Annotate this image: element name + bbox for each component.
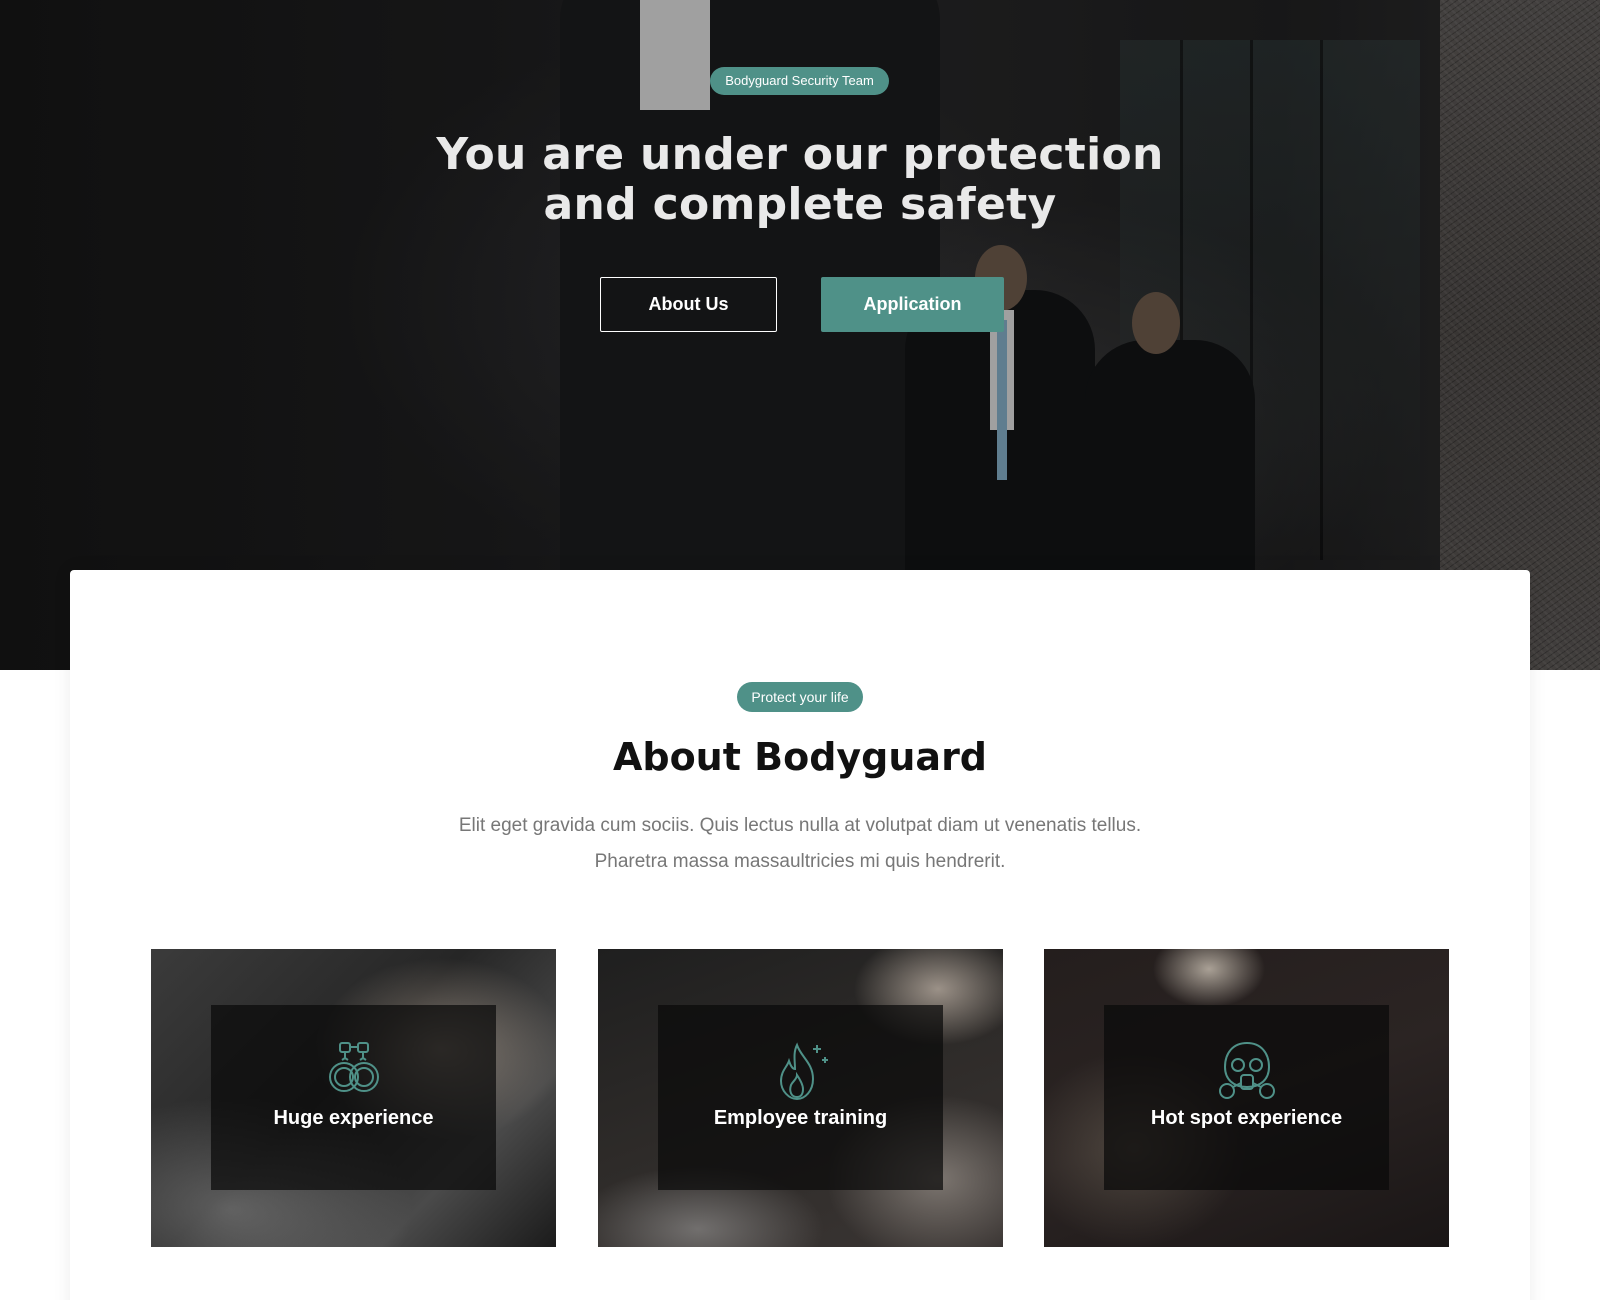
feature-tile-huge-experience[interactable]: Huge experience [151,949,556,1247]
handcuffs-icon [328,1042,379,1092]
about-title: About Bodyguard [612,735,988,779]
gas-mask-icon [1218,1041,1275,1099]
hero-title: You are under our protection and complet… [400,130,1200,230]
page: Bodyguard Security Team You are under ou… [0,0,1600,1300]
feature-tile-employee-training[interactable]: Employee training [598,949,1003,1247]
feature-label: Hot spot experience [1150,1107,1343,1129]
about-us-button[interactable]: About Us [600,277,777,332]
hero-badge: Bodyguard Security Team [710,67,889,95]
fire-icon [779,1042,828,1101]
application-button[interactable]: Application [821,277,1004,332]
about-description-line-1: Elit eget gravida cum sociis. Quis lectu… [458,815,1142,836]
feature-label: Employee training [713,1107,888,1129]
feature-tile-hot-spot-experience[interactable]: Hot spot experience [1044,949,1449,1247]
hero-title-line-2: and complete safety [543,179,1057,230]
feature-label: Huge experience [273,1107,434,1129]
about-description-line-2: Pharetra massa massaultricies mi quis he… [594,851,1006,872]
about-description: Elit eget gravida cum sociis. Quis lectu… [420,808,1180,880]
about-badge: Protect your life [737,682,863,712]
hero-title-line-1: You are under our protection [436,129,1164,180]
